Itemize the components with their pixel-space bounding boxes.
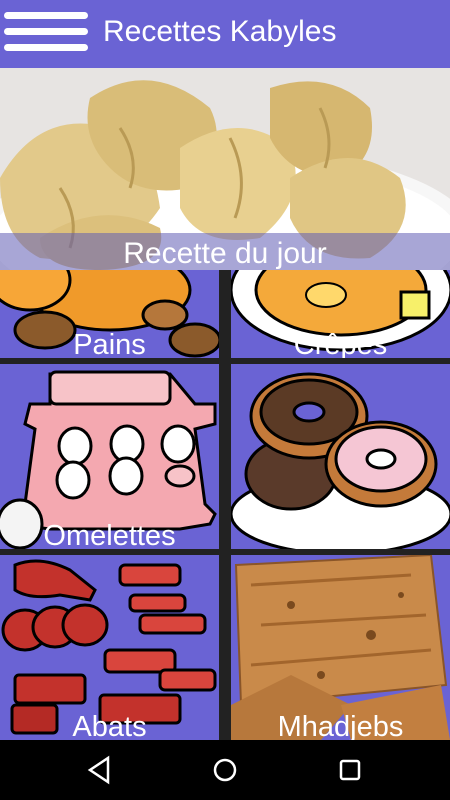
category-label: Omelettes (43, 520, 176, 549)
hero-caption: Recette du jour (0, 233, 450, 270)
home-icon[interactable] (209, 754, 241, 786)
category-label: Mhadjebs (277, 711, 404, 740)
category-tile-omelettes[interactable]: Omelettes (0, 364, 219, 549)
recents-icon[interactable] (334, 754, 366, 786)
category-label: Pains (73, 329, 146, 358)
menu-icon[interactable] (4, 12, 88, 58)
category-label: Abats (72, 711, 147, 740)
system-nav-bar (0, 740, 450, 800)
category-label: Crêpes (293, 329, 388, 358)
app-bar: Recettes Kabyles (0, 0, 450, 68)
category-tile-crepes[interactable]: Crêpes (231, 270, 450, 358)
category-tile-abats[interactable]: Abats (0, 555, 219, 740)
back-icon[interactable] (84, 754, 116, 786)
category-tile-mhadjebs[interactable]: Mhadjebs (231, 555, 450, 740)
category-tile-pains[interactable]: Pains (0, 270, 219, 358)
category-grid: Pains Crêpes Omelettes Beignets Abats Mh… (0, 270, 450, 740)
category-tile-beignets[interactable]: Beignets (231, 364, 450, 549)
category-label: Beignets (284, 520, 397, 549)
app-title: Recettes Kabyles (103, 15, 337, 48)
